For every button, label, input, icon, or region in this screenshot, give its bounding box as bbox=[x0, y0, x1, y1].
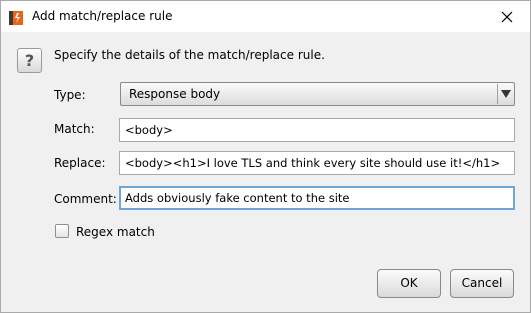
type-select-value: Response body bbox=[129, 87, 221, 101]
window-title: Add match/replace rule bbox=[32, 9, 173, 23]
dropdown-arrow-icon[interactable] bbox=[497, 84, 513, 104]
dialog-window: Add match/replace rule ? Specify the det… bbox=[0, 0, 531, 313]
type-select[interactable]: Response body bbox=[120, 82, 515, 106]
replace-label: Replace: bbox=[54, 156, 106, 170]
burp-icon bbox=[9, 10, 23, 25]
match-label: Match: bbox=[54, 122, 95, 136]
ok-button[interactable]: OK bbox=[377, 269, 441, 298]
match-input[interactable]: <body> bbox=[119, 118, 515, 142]
comment-input[interactable]: Adds obviously fake content to the site bbox=[119, 186, 515, 210]
comment-label: Comment: bbox=[54, 192, 117, 206]
type-label: Type: bbox=[54, 88, 86, 102]
cancel-button[interactable]: Cancel bbox=[450, 269, 514, 298]
close-icon bbox=[501, 11, 513, 23]
regex-checkbox-label[interactable]: Regex match bbox=[76, 225, 155, 239]
help-icon: ? bbox=[17, 48, 42, 73]
replace-input[interactable]: <body><h1>I love TLS and think every sit… bbox=[119, 151, 515, 175]
dialog-heading: Specify the details of the match/replace… bbox=[54, 48, 325, 62]
close-button[interactable] bbox=[484, 1, 530, 32]
title-bar[interactable]: Add match/replace rule bbox=[1, 1, 530, 32]
regex-checkbox[interactable] bbox=[55, 224, 69, 238]
